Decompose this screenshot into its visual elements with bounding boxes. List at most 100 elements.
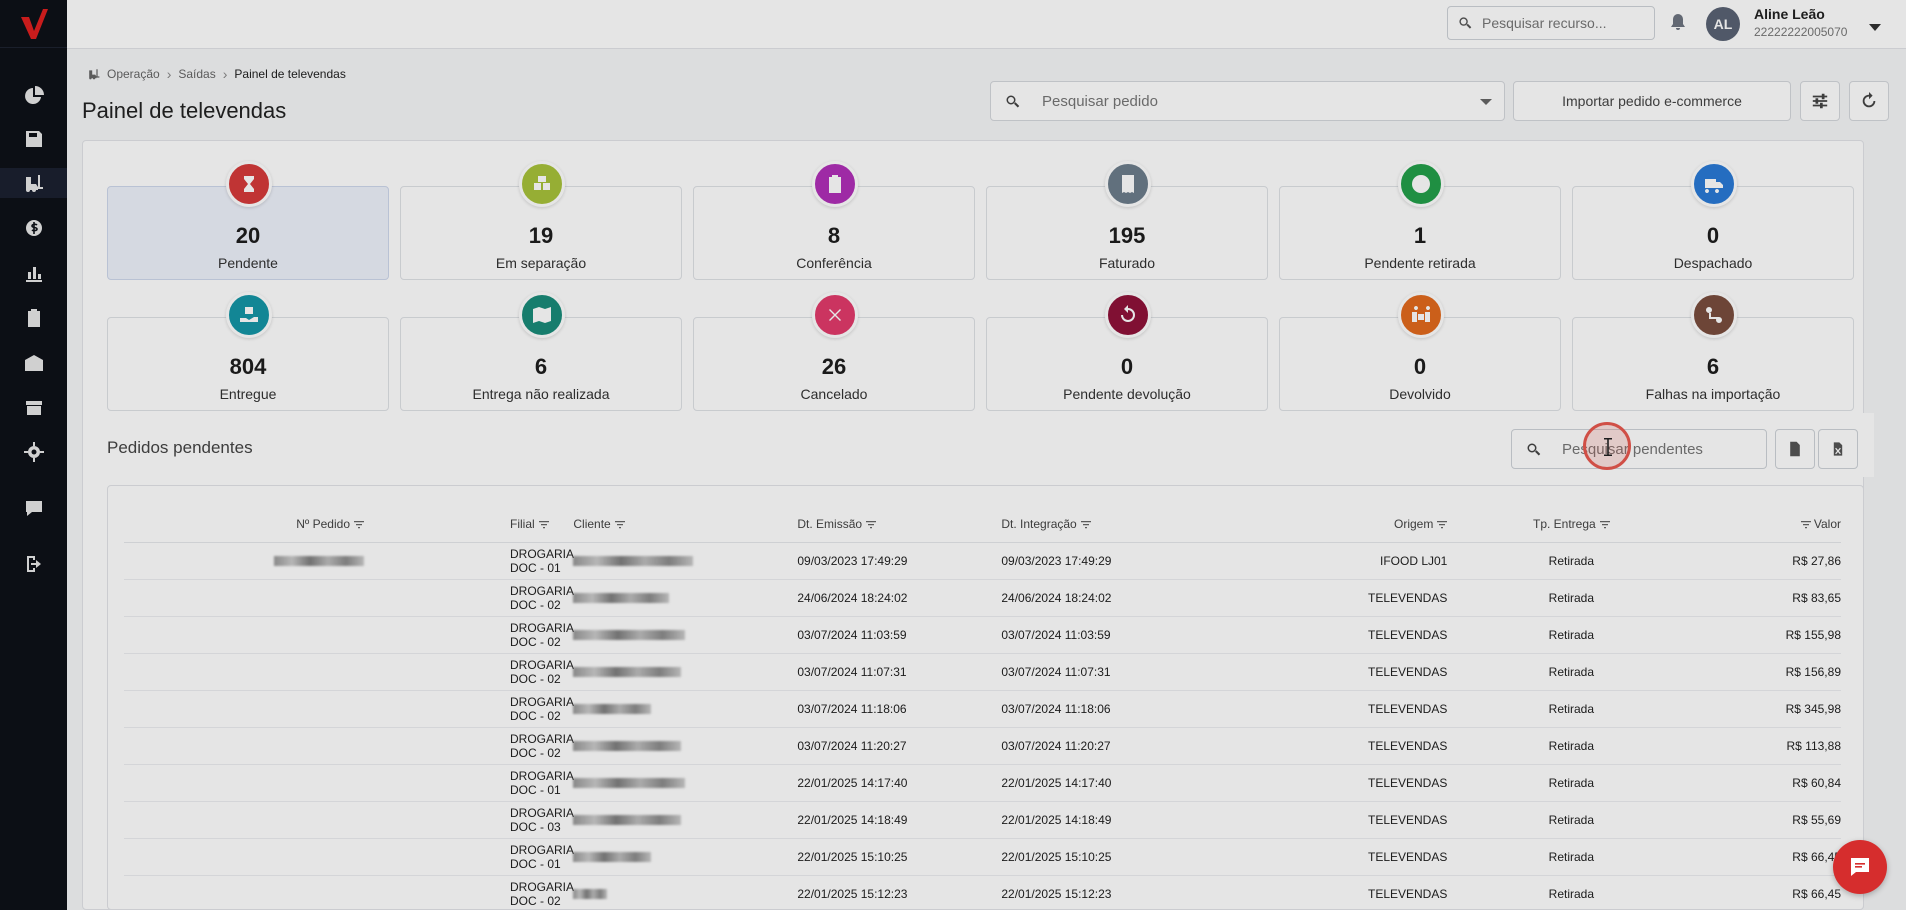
column-header-cliente[interactable]: Cliente [573, 506, 798, 543]
status-card-devolvido[interactable]: 0 Devolvido [1279, 292, 1561, 411]
text-cursor-icon [1604, 438, 1612, 456]
order-search-input[interactable]: Pesquisar pedido [990, 81, 1505, 121]
cell-emissao: 03/07/2024 11:03:59 [797, 616, 1002, 654]
column-header-filial[interactable]: Filial [364, 506, 574, 543]
filter-icon[interactable] [1599, 520, 1610, 529]
status-card-falhas-na-importacao[interactable]: 6 Falhas na importação [1572, 292, 1854, 411]
filter-icon[interactable] [538, 520, 549, 529]
table-row[interactable]: DROGARIA DOC - 02 03/07/2024 11:20:27 03/0… [124, 727, 1841, 765]
cell-cliente-redacted [573, 616, 798, 654]
search-icon [1459, 17, 1472, 29]
column-header-pedido[interactable]: Nº Pedido [124, 506, 364, 543]
pending-search-input[interactable]: Pesquisar pendentes [1511, 429, 1767, 469]
sidebar-item-operacao[interactable] [0, 168, 67, 198]
boxes-icon [519, 161, 565, 207]
cell-emissao: 22/01/2025 14:18:49 [797, 801, 1002, 839]
table-row[interactable]: DROGARIA DOC - 02 22/01/2025 15:12:23 22/0… [124, 875, 1841, 910]
logo-icon [20, 8, 48, 39]
breadcrumb-item-saidas[interactable]: Saídas [178, 67, 215, 81]
sidebar-item-dashboard[interactable] [0, 81, 67, 111]
status-label: Falhas na importação [1645, 386, 1781, 402]
table-row[interactable]: DROGARIA DOC - 02 03/07/2024 11:03:59 03/0… [124, 616, 1841, 654]
status-card-faturado[interactable]: 195 Faturado [986, 161, 1268, 280]
cell-integracao: 22/01/2025 15:12:23 [1001, 875, 1222, 910]
filter-icon[interactable] [1437, 520, 1448, 529]
map-icon [519, 292, 565, 338]
table-row[interactable]: DROGARIA DOC - 01 22/01/2025 15:10:25 22/0… [124, 838, 1841, 876]
table-row[interactable]: DROGARIA DOC - 01 22/01/2025 14:17:40 22/0… [124, 764, 1841, 802]
redacted-text [573, 778, 686, 789]
cell-filial: DROGARIA DOC - 02 [364, 653, 574, 691]
cell-entrega: Retirada [1447, 727, 1696, 765]
forklift-icon [25, 175, 43, 192]
refresh-button[interactable] [1849, 81, 1889, 121]
cell-origem: TELEVENDAS [1221, 690, 1448, 728]
status-card-pendente-devolucao[interactable]: 0 Pendente devolução [986, 292, 1268, 411]
status-label: Em separação [495, 255, 587, 271]
sidebar-item-estoque[interactable] [0, 348, 67, 378]
table-row[interactable]: DROGARIA DOC - 02 24/06/2024 18:24:02 24/0… [124, 579, 1841, 617]
sliders-icon [1812, 93, 1828, 109]
status-card-despachado[interactable]: 0 Despachado [1572, 161, 1854, 280]
status-card-pendente[interactable]: 20 Pendente [107, 161, 389, 280]
status-card-entregue[interactable]: 804 Entregue [107, 292, 389, 411]
table-row[interactable]: DROGARIA DOC - 01 09/03/2023 17:49:29 09/0… [124, 542, 1841, 580]
filter-settings-button[interactable] [1800, 81, 1840, 121]
chevron-down-icon[interactable] [1480, 99, 1492, 105]
sidebar-item-sair[interactable] [0, 549, 67, 579]
filter-icon[interactable] [1800, 520, 1811, 529]
resource-search-input[interactable]: Pesquisar recurso... [1447, 6, 1655, 40]
import-ecommerce-button[interactable]: Importar pedido e-commerce [1513, 81, 1791, 121]
breadcrumb-item-operacao[interactable]: Operação [107, 67, 160, 81]
status-label: Despachado [1673, 255, 1753, 271]
status-card-cancelado[interactable]: 26 Cancelado [693, 292, 975, 411]
status-card-entrega-nao-realizada[interactable]: 6 Entrega não realizada [400, 292, 682, 411]
redacted-text [573, 815, 682, 826]
column-header-valor[interactable]: Valor [1695, 506, 1841, 543]
chevron-down-icon[interactable] [1869, 24, 1881, 31]
table-row[interactable]: DROGARIA DOC - 02 03/07/2024 11:18:06 03/0… [124, 690, 1841, 728]
sidebar-item-caixa[interactable] [0, 392, 67, 422]
cancel-icon [812, 292, 858, 338]
cell-cliente-redacted [573, 764, 798, 802]
filter-icon[interactable] [354, 520, 364, 529]
export-excel-button[interactable] [1818, 429, 1858, 469]
redacted-text [573, 556, 694, 567]
status-label: Cancelado [800, 386, 868, 402]
clock-icon [1398, 161, 1444, 207]
people-box-icon [1398, 292, 1444, 338]
table-row[interactable]: DROGARIA DOC - 02 03/07/2024 11:07:31 03/0… [124, 653, 1841, 691]
cell-entrega: Retirada [1447, 579, 1696, 617]
filter-icon[interactable] [866, 520, 877, 529]
cell-cliente-redacted [573, 875, 798, 910]
filter-icon[interactable] [614, 520, 625, 529]
export-pdf-button[interactable] [1775, 429, 1815, 469]
status-card-em-separacao[interactable]: 19 Em separação [400, 161, 682, 280]
sidebar-item-tarefas[interactable] [0, 303, 67, 333]
status-card-pendente-retirada[interactable]: 1 Pendente retirada [1279, 161, 1561, 280]
search-icon [1006, 95, 1020, 107]
sidebar-item-financeiro[interactable] [0, 213, 67, 243]
sidebar-item-relatorios[interactable] [0, 258, 67, 288]
column-header-emissao[interactable]: Dt. Emissão [797, 506, 1002, 543]
cell-filial: DROGARIA DOC - 01 [364, 764, 574, 802]
status-count: 195 [1108, 223, 1146, 248]
sidebar-item-configuracoes[interactable] [0, 437, 67, 467]
column-header-origem[interactable]: Origem [1221, 506, 1448, 543]
column-header-entrega[interactable]: Tp. Entrega [1447, 506, 1696, 543]
app-logo[interactable] [0, 0, 67, 48]
status-label: Entregue [219, 386, 277, 402]
sidebar-item-save[interactable] [0, 124, 67, 154]
chat-button[interactable] [1833, 840, 1887, 894]
cell-origem: TELEVENDAS [1221, 579, 1448, 617]
column-header-integracao[interactable]: Dt. Integração [1001, 506, 1222, 543]
pending-toolbar: Pesquisar pendentes [1496, 413, 1874, 477]
status-card-conferencia[interactable]: 8 Conferência [693, 161, 975, 280]
resource-search-placeholder: Pesquisar recurso... [1482, 15, 1607, 31]
notifications-button[interactable] [1668, 12, 1690, 34]
table-row[interactable]: DROGARIA DOC - 03 22/01/2025 14:18:49 22/0… [124, 801, 1841, 839]
filter-icon[interactable] [1080, 520, 1091, 529]
avatar[interactable]: AL [1706, 7, 1740, 41]
sidebar-item-ajuda[interactable] [0, 493, 67, 523]
cell-emissao: 22/01/2025 15:12:23 [797, 875, 1002, 910]
